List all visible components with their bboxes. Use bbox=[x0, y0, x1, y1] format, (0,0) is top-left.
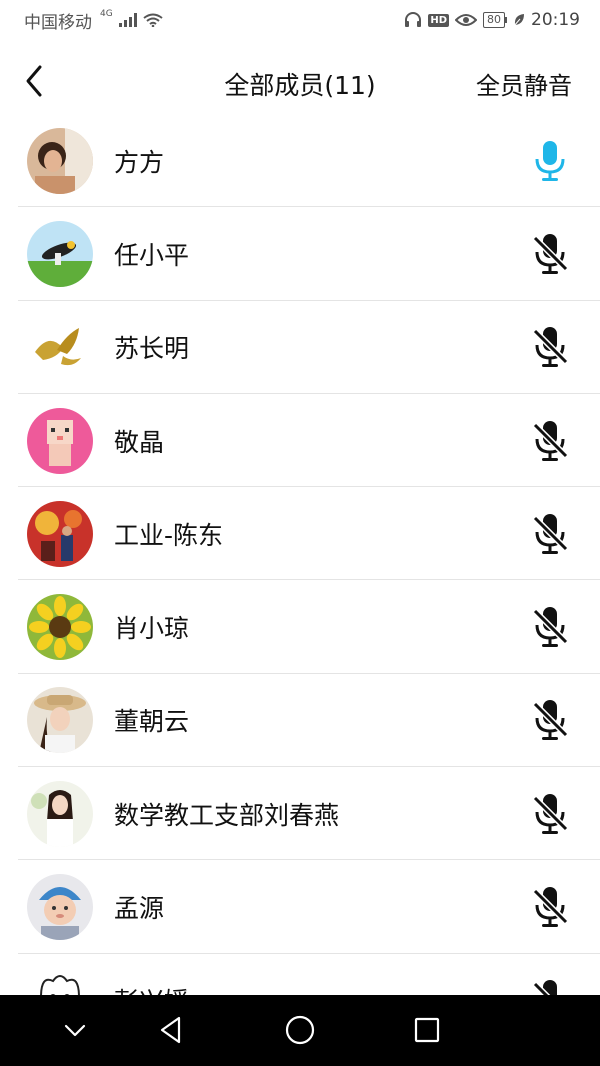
mic-off-icon[interactable] bbox=[530, 978, 570, 995]
collapse-icon[interactable] bbox=[58, 1013, 92, 1047]
clock: 20:19 bbox=[531, 10, 580, 30]
member-name: 苏长明 bbox=[114, 334, 190, 364]
member-name: 数学教工支部刘春燕 bbox=[114, 800, 340, 830]
status-right: HD 80 20:19 bbox=[404, 10, 580, 30]
avatar bbox=[27, 594, 93, 661]
avatar bbox=[27, 874, 93, 941]
avatar bbox=[27, 967, 93, 995]
member-name: 董朝云 bbox=[114, 707, 190, 737]
member-name: 敬晶 bbox=[114, 427, 165, 457]
home-circle-icon[interactable] bbox=[283, 1013, 317, 1047]
member-name: 任小平 bbox=[114, 240, 190, 270]
member-row[interactable]: 敬晶 bbox=[0, 394, 600, 488]
eye-icon bbox=[455, 14, 477, 26]
mic-off-icon[interactable] bbox=[530, 885, 570, 929]
headphone-icon bbox=[405, 12, 422, 27]
mic-off-icon[interactable] bbox=[530, 512, 570, 556]
mic-on-icon[interactable] bbox=[530, 139, 570, 183]
member-row[interactable]: 肖小琼 bbox=[0, 580, 600, 675]
mic-off-icon[interactable] bbox=[530, 605, 570, 649]
member-list: 方方 任小平 苏长明 敬晶 工业-陈东 肖小琼 董朝云 数学教工支部刘春燕 孟源 bbox=[0, 114, 600, 995]
status-bar: 中国移动 4G HD 80 20:19 bbox=[0, 0, 600, 40]
mic-off-icon[interactable] bbox=[530, 419, 570, 463]
page-header: 全部成员(11) 全员静音 bbox=[0, 48, 600, 114]
carrier-name: 中国移动 bbox=[24, 12, 92, 33]
mic-off-icon[interactable] bbox=[530, 232, 570, 276]
member-row[interactable]: 彭兴媛 bbox=[0, 954, 600, 995]
member-row[interactable]: 任小平 bbox=[0, 207, 600, 301]
avatar bbox=[27, 220, 93, 287]
network-type: 4G bbox=[100, 9, 113, 19]
status-left: 中国移动 4G bbox=[24, 8, 163, 33]
member-name: 方方 bbox=[114, 147, 165, 177]
member-row[interactable]: 方方 bbox=[0, 114, 600, 208]
member-name: 彭兴媛 bbox=[114, 982, 189, 995]
mic-off-icon[interactable] bbox=[530, 792, 570, 836]
member-name: 工业-陈东 bbox=[114, 520, 224, 550]
mute-all-button[interactable]: 全员静音 bbox=[476, 66, 572, 101]
member-row[interactable]: 苏长明 bbox=[0, 301, 600, 395]
battery-icon: 80 bbox=[483, 12, 507, 28]
avatar bbox=[27, 687, 93, 754]
member-row[interactable]: 工业-陈东 bbox=[0, 487, 600, 581]
hd-icon: HD bbox=[428, 13, 449, 27]
member-name: 孟源 bbox=[114, 894, 165, 924]
member-name: 肖小琼 bbox=[114, 614, 190, 644]
avatar bbox=[27, 127, 93, 194]
avatar bbox=[27, 407, 93, 474]
mic-off-icon[interactable] bbox=[530, 325, 570, 369]
member-row[interactable]: 孟源 bbox=[0, 860, 600, 954]
member-row[interactable]: 董朝云 bbox=[0, 674, 600, 768]
signal-icon bbox=[118, 13, 137, 27]
wifi-icon bbox=[143, 13, 163, 27]
member-row[interactable]: 数学教工支部刘春燕 bbox=[0, 767, 600, 861]
mic-off-icon[interactable] bbox=[530, 698, 570, 742]
avatar bbox=[27, 780, 93, 847]
leaf-icon bbox=[513, 14, 524, 27]
system-nav-bar bbox=[0, 995, 600, 1066]
back-triangle-icon[interactable] bbox=[154, 1013, 188, 1047]
recents-square-icon[interactable] bbox=[410, 1013, 444, 1047]
avatar bbox=[27, 500, 93, 567]
avatar bbox=[27, 314, 93, 381]
battery-level: 80 bbox=[483, 12, 505, 28]
